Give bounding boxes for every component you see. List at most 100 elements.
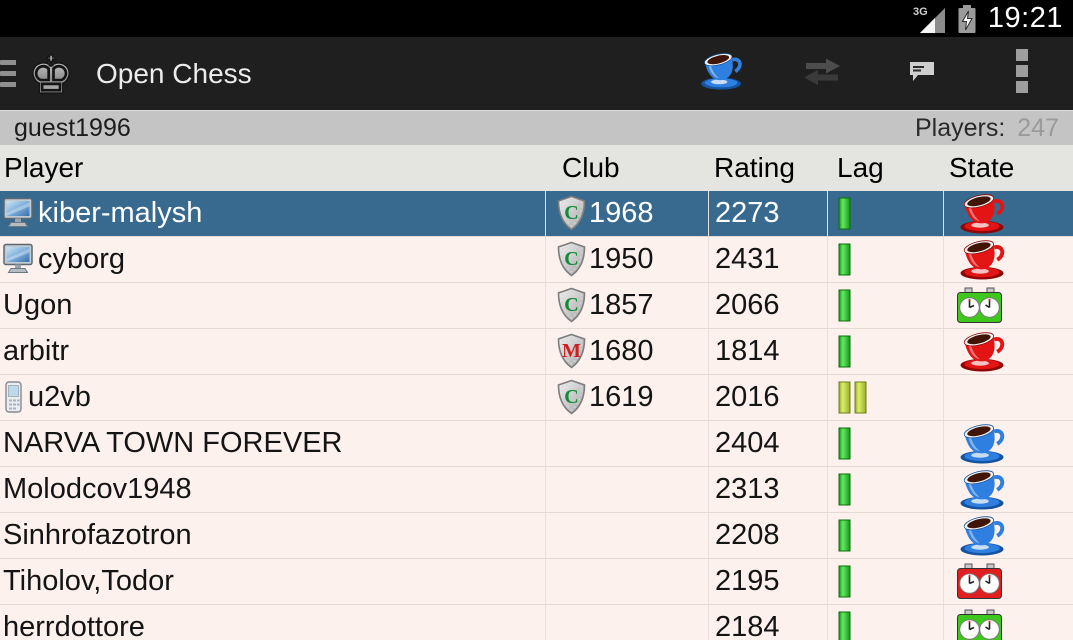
red-clock-icon [956, 563, 1003, 600]
state-cell [943, 283, 1073, 328]
blue-cup-icon [956, 422, 1010, 465]
rating-value: 2208 [715, 519, 780, 552]
player-name: NARVA TOWN FOREVER [3, 427, 342, 460]
state-cell [943, 329, 1073, 374]
player-name: arbitr [3, 335, 69, 368]
player-row[interactable]: kiber-malysh C 1968 2273 [0, 191, 1073, 237]
lag-cell [827, 421, 943, 466]
swap-button[interactable] [798, 46, 846, 102]
lag-bar-icon [838, 473, 856, 507]
club-cell: C 1619 [545, 375, 708, 420]
player-row[interactable]: u2vb C 1619 2016 [0, 375, 1073, 421]
lag-cell [827, 513, 943, 558]
player-row[interactable]: herrdottore 2184 [0, 605, 1073, 640]
club-cell [545, 467, 708, 512]
svg-text:M: M [562, 340, 581, 362]
club-rating: 1619 [589, 381, 654, 414]
rating-value: 2066 [715, 289, 780, 322]
player-cell: Molodcov1948 [0, 467, 545, 512]
computer-icon [3, 197, 34, 230]
club-shield-icon: C [556, 195, 587, 232]
lag-bar-icon [838, 381, 872, 415]
svg-text:3G: 3G [913, 6, 928, 18]
state-cell [943, 191, 1073, 236]
rating-value: 2184 [715, 611, 780, 640]
player-cell: Ugon [0, 283, 545, 328]
state-cell [943, 237, 1073, 282]
chat-button[interactable] [898, 46, 946, 102]
lag-bar-icon [838, 427, 856, 461]
club-cell: M 1680 [545, 329, 708, 374]
club-rating: 1680 [589, 335, 654, 368]
col-club: Club [545, 145, 708, 191]
player-name: Tiholov,Todor [3, 565, 174, 598]
player-table-body: kiber-malysh C 1968 2273 [0, 191, 1073, 640]
player-row[interactable]: Molodcov1948 2313 [0, 467, 1073, 513]
svg-text:♚: ♚ [28, 46, 75, 105]
player-cell: Sinhrofazotron [0, 513, 545, 558]
col-rating: Rating [708, 145, 827, 191]
lag-bar-icon [838, 335, 856, 369]
green-clock-icon [956, 287, 1003, 324]
red-cup-icon [956, 330, 1010, 373]
lag-bar-icon [838, 289, 856, 323]
player-cell: u2vb [0, 375, 545, 420]
rating-cell: 2273 [708, 191, 827, 236]
blue-cup-icon [956, 468, 1010, 511]
rating-value: 2431 [715, 243, 780, 276]
player-row[interactable]: Sinhrofazotron 2208 [0, 513, 1073, 559]
lag-bar-icon [838, 611, 856, 640]
rating-cell: 2195 [708, 559, 827, 604]
rating-value: 2313 [715, 473, 780, 506]
club-shield-icon: C [556, 241, 587, 278]
status-bar: 3G 19:21 [0, 0, 1073, 37]
club-shield-icon: C [556, 287, 587, 324]
state-cell [943, 467, 1073, 512]
state-cell [943, 421, 1073, 466]
seek-game-button[interactable] [698, 46, 746, 102]
players-count: 247 [1017, 114, 1059, 143]
rating-value: 2404 [715, 427, 780, 460]
player-name: herrdottore [3, 611, 145, 640]
lag-cell [827, 191, 943, 236]
club-cell [545, 513, 708, 558]
signal-3g-icon: 3G [912, 4, 946, 34]
overflow-menu-icon [1015, 47, 1029, 100]
player-name: Molodcov1948 [3, 473, 192, 506]
player-row[interactable]: Tiholov,Todor 2195 [0, 559, 1073, 605]
rating-cell: 2431 [708, 237, 827, 282]
battery-charging-icon [956, 4, 978, 34]
player-row[interactable]: Ugon C 1857 2066 [0, 283, 1073, 329]
club-cell [545, 605, 708, 640]
player-row[interactable]: NARVA TOWN FOREVER 2404 [0, 421, 1073, 467]
rating-cell: 2066 [708, 283, 827, 328]
blue-cup-icon [956, 514, 1010, 557]
club-cell: C 1950 [545, 237, 708, 282]
lag-bar-icon [838, 197, 856, 231]
rating-value: 2016 [715, 381, 780, 414]
player-cell: NARVA TOWN FOREVER [0, 421, 545, 466]
rating-cell: 2208 [708, 513, 827, 558]
player-row[interactable]: cyborg C 1950 2431 [0, 237, 1073, 283]
player-name: Ugon [3, 289, 72, 322]
rating-cell: 1814 [708, 329, 827, 374]
menu-button[interactable] [0, 49, 16, 99]
club-rating: 1950 [589, 243, 654, 276]
player-cell: cyborg [0, 237, 545, 282]
app-title: Open Chess [96, 58, 698, 90]
player-row[interactable]: arbitr M 1680 1814 [0, 329, 1073, 375]
overflow-menu-button[interactable] [998, 46, 1046, 102]
username: guest1996 [14, 114, 131, 143]
svg-text:C: C [564, 294, 578, 316]
user-bar: guest1996 Players: 247 [0, 110, 1073, 145]
club-cell: C 1857 [545, 283, 708, 328]
lag-bar-icon [838, 519, 856, 553]
club-shield-icon: C [556, 379, 587, 416]
chat-icon [907, 59, 937, 89]
player-name: u2vb [28, 381, 91, 414]
players-label: Players: [915, 114, 1005, 143]
lag-cell [827, 375, 943, 420]
lag-cell [827, 237, 943, 282]
red-cup-icon [956, 238, 1010, 281]
rating-value: 2195 [715, 565, 780, 598]
